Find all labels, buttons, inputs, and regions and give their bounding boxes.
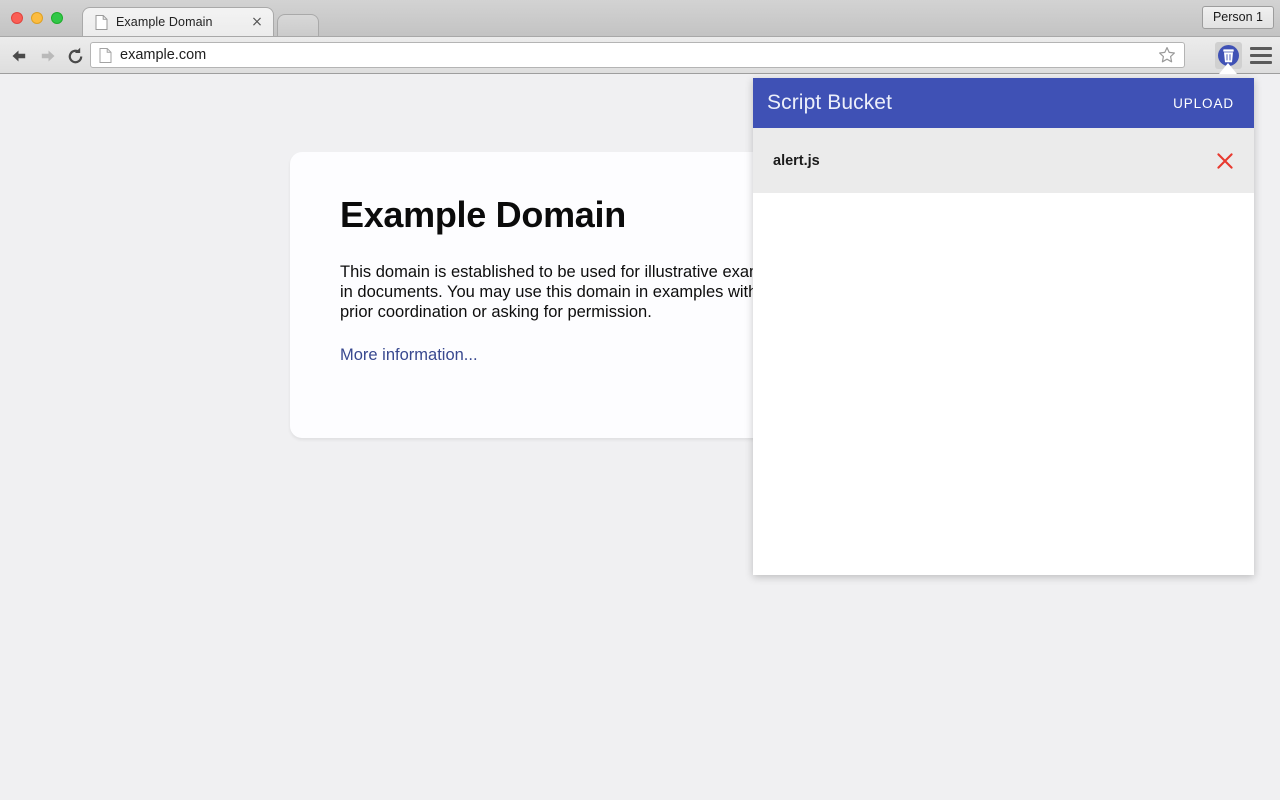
address-bar[interactable]: example.com bbox=[90, 42, 1185, 68]
more-information-link[interactable]: More information... bbox=[340, 346, 478, 364]
script-file-name: alert.js bbox=[773, 152, 820, 169]
page-paragraph: This domain is established to be used fo… bbox=[340, 263, 794, 321]
reload-arrow-icon[interactable] bbox=[63, 44, 87, 68]
back-arrow-icon[interactable] bbox=[7, 44, 31, 68]
popup-header: Script Bucket UPLOAD bbox=[753, 78, 1254, 128]
page-icon bbox=[95, 14, 108, 30]
list-item[interactable]: alert.js bbox=[753, 128, 1254, 193]
hamburger-menu-icon[interactable] bbox=[1250, 45, 1272, 66]
upload-button[interactable]: UPLOAD bbox=[1169, 90, 1238, 117]
window-maximize-button[interactable] bbox=[51, 12, 63, 24]
browser-toolbar: example.com bbox=[0, 37, 1280, 74]
window-titlebar: Example Domain × Person 1 bbox=[0, 0, 1280, 37]
window-controls bbox=[11, 12, 63, 24]
script-list: alert.js bbox=[753, 128, 1254, 193]
window-minimize-button[interactable] bbox=[31, 12, 43, 24]
tab-title: Example Domain bbox=[116, 15, 213, 29]
tab-strip: Example Domain × bbox=[82, 6, 319, 36]
tab-close-icon[interactable]: × bbox=[249, 14, 265, 30]
window-close-button[interactable] bbox=[11, 12, 23, 24]
bookmark-star-icon[interactable] bbox=[1158, 46, 1176, 64]
popup-title: Script Bucket bbox=[767, 91, 893, 114]
address-bar-url: example.com bbox=[120, 47, 207, 63]
delete-script-icon[interactable] bbox=[1212, 148, 1238, 174]
popup-caret bbox=[1219, 63, 1237, 74]
page-icon bbox=[99, 47, 112, 63]
profile-button[interactable]: Person 1 bbox=[1201, 6, 1274, 29]
script-bucket-popup: Script Bucket UPLOAD alert.js bbox=[753, 78, 1254, 575]
new-tab-button[interactable] bbox=[277, 14, 319, 36]
browser-tab-example-domain[interactable]: Example Domain × bbox=[82, 7, 274, 36]
browser-chrome: Example Domain × Person 1 example.com bbox=[0, 0, 1280, 74]
forward-arrow-icon bbox=[36, 44, 60, 68]
